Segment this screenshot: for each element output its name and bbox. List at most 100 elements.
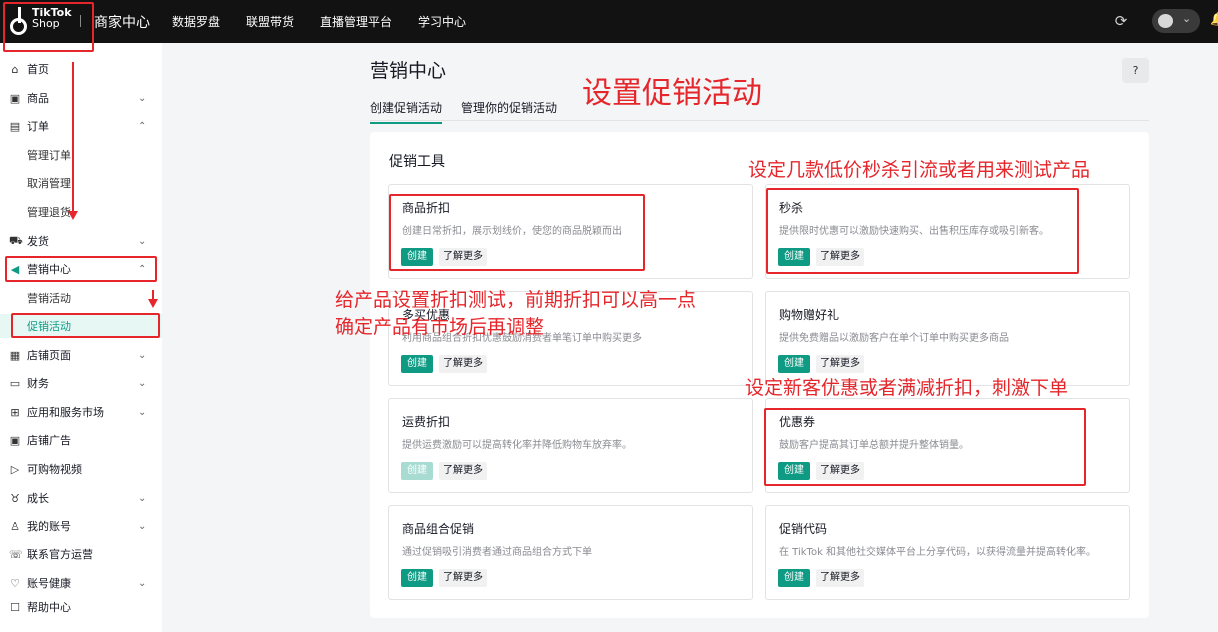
annotation-heading: 设置促销活动 bbox=[582, 76, 762, 111]
sidebar-item-store-page[interactable]: ▦ 店铺页面 ⌄ bbox=[0, 343, 162, 367]
sidebar-item-label: 可购物视频 bbox=[27, 463, 82, 476]
learn-more-button[interactable]: 了解更多 bbox=[439, 462, 487, 480]
annotation-arrow-head-2 bbox=[148, 299, 158, 308]
order-icon: ▤ bbox=[9, 119, 21, 133]
ads-icon: ▣ bbox=[9, 433, 21, 447]
contact-icon: ☏ bbox=[9, 547, 23, 561]
card-description: 提供免费赠品以激励客户在单个订单中购买更多商品 bbox=[779, 333, 1009, 344]
notification-icon[interactable]: 🔔 bbox=[1210, 12, 1218, 27]
chevron-down-icon: ⌄ bbox=[138, 349, 147, 361]
sidebar-item-label: 管理退货 bbox=[27, 206, 71, 219]
chevron-down-icon: ⌄ bbox=[138, 492, 147, 504]
annotation-coupon-note: 设定新客优惠或者满减折扣，刺激下单 bbox=[745, 377, 1069, 399]
shipping-icon: ⛟ bbox=[9, 233, 23, 247]
home-icon: ⌂ bbox=[11, 62, 19, 76]
sidebar-item-label: 联系官方运营 bbox=[27, 548, 93, 561]
nav-learning-center[interactable]: 学习中心 bbox=[418, 13, 466, 30]
chevron-down-icon: ⌄ bbox=[138, 577, 147, 589]
chevron-down-icon: ⌄ bbox=[138, 377, 147, 389]
chevron-down-icon: ⌄ bbox=[138, 235, 147, 247]
sidebar-item-label: 成长 bbox=[27, 492, 49, 505]
video-icon: ▷ bbox=[10, 462, 20, 476]
sidebar-item-shoppable-video[interactable]: ▷ 可购物视频 bbox=[0, 457, 162, 481]
create-button[interactable]: 创建 bbox=[401, 462, 433, 480]
product-icon: ▣ bbox=[9, 91, 21, 105]
sidebar-item-label: 管理订单 bbox=[27, 149, 71, 162]
sidebar-item-manage-returns[interactable]: 管理退货 bbox=[0, 200, 162, 224]
card-bundle-promotion: 商品组合促销 通过促销吸引消费者通过商品组合方式下单 创建 了解更多 bbox=[388, 505, 753, 600]
sidebar-item-label: 取消管理 bbox=[27, 177, 71, 190]
sidebar-item-app-market[interactable]: ⊞ 应用和服务市场 ⌄ bbox=[0, 400, 162, 424]
chevron-down-icon: ⌄ bbox=[138, 406, 147, 418]
sidebar-item-label: 营销活动 bbox=[27, 292, 71, 305]
finance-icon: ▭ bbox=[9, 376, 21, 390]
chevron-down-icon: ⌄ bbox=[1182, 12, 1192, 25]
sidebar-item-my-account[interactable]: ♙ 我的账号 ⌄ bbox=[0, 514, 162, 538]
sidebar-item-products[interactable]: ▣ 商品 ⌄ bbox=[0, 86, 162, 110]
annotation-arrow-head-1 bbox=[68, 211, 78, 220]
card-gift-with-purchase: 购物赠好礼 提供免费赠品以激励客户在单个订单中购买更多商品 创建 了解更多 bbox=[765, 291, 1130, 386]
question-icon: ? bbox=[1132, 64, 1139, 77]
refresh-icon[interactable]: ⟳ bbox=[1112, 12, 1130, 30]
sidebar-item-cancel-management[interactable]: 取消管理 bbox=[0, 171, 162, 195]
sidebar-item-manage-orders[interactable]: 管理订单 bbox=[0, 143, 162, 167]
messages-menu[interactable]: ⌄ bbox=[1152, 9, 1200, 33]
create-button[interactable]: 创建 bbox=[401, 569, 433, 587]
top-nav: 数据罗盘 联盟带货 直播管理平台 学习中心 bbox=[172, 13, 492, 30]
page-title: 营销中心 bbox=[370, 60, 447, 82]
learn-more-button[interactable]: 了解更多 bbox=[439, 355, 487, 373]
sidebar-item-orders[interactable]: ▤ 订单 ⌃ bbox=[0, 114, 162, 138]
annotation-box-flash-sale bbox=[766, 188, 1079, 274]
sidebar-item-help-center[interactable]: ☐ 帮助中心 bbox=[0, 595, 162, 619]
create-button[interactable]: 创建 bbox=[401, 355, 433, 373]
sidebar-item-label: 账号健康 bbox=[27, 577, 71, 590]
chevron-down-icon: ⌄ bbox=[138, 520, 147, 532]
help-button[interactable]: ? bbox=[1122, 58, 1149, 83]
account-icon: ♙ bbox=[10, 519, 20, 533]
card-description: 在 TikTok 和其他社交媒体平台上分享代码，以获得流量并提高转化率。 bbox=[779, 547, 1097, 558]
sidebar-item-label: 发货 bbox=[27, 235, 49, 248]
card-title: 商品组合促销 bbox=[402, 522, 475, 536]
sidebar-item-contact-ops[interactable]: ☏ 联系官方运营 bbox=[0, 542, 162, 566]
health-icon: ♡ bbox=[10, 576, 20, 590]
annotation-box-marketing-center bbox=[5, 256, 157, 282]
apps-icon: ⊞ bbox=[10, 405, 20, 419]
nav-data-compass[interactable]: 数据罗盘 bbox=[172, 13, 220, 30]
sidebar-item-label: 店铺广告 bbox=[27, 434, 71, 447]
sidebar-item-shipping[interactable]: ⛟ 发货 ⌄ bbox=[0, 229, 162, 253]
create-button[interactable]: 创建 bbox=[778, 569, 810, 587]
panel-title: 促销工具 bbox=[389, 154, 445, 170]
sidebar-item-home[interactable]: ⌂ 首页 bbox=[0, 57, 162, 81]
card-promo-code: 促销代码 在 TikTok 和其他社交媒体平台上分享代码，以获得流量并提高转化率… bbox=[765, 505, 1130, 600]
annotation-box-promotions bbox=[11, 313, 160, 338]
nav-live-platform[interactable]: 直播管理平台 bbox=[320, 13, 392, 30]
sidebar-item-store-ads[interactable]: ▣ 店铺广告 bbox=[0, 428, 162, 452]
card-shipping-discount: 运费折扣 提供运费激励可以提高转化率并降低购物车放弃率。 创建 了解更多 bbox=[388, 398, 753, 493]
sidebar-item-label: 我的账号 bbox=[27, 520, 71, 533]
sidebar-item-account-health[interactable]: ♡ 账号健康 ⌄ bbox=[0, 571, 162, 595]
tab-manage-promotions[interactable]: 管理你的促销活动 bbox=[461, 99, 557, 116]
annotation-box-coupon bbox=[764, 408, 1086, 486]
store-icon: ▦ bbox=[9, 348, 21, 362]
sidebar-item-label: 帮助中心 bbox=[27, 601, 71, 614]
annotation-discount-note-line2: 确定产品有市场后再调整 bbox=[335, 316, 545, 338]
merchant-center-link[interactable]: 商家中心 bbox=[94, 12, 150, 32]
learn-more-button[interactable]: 了解更多 bbox=[439, 569, 487, 587]
create-button[interactable]: 创建 bbox=[778, 355, 810, 373]
sidebar-item-label: 财务 bbox=[27, 377, 49, 390]
sidebar-item-label: 首页 bbox=[27, 63, 49, 76]
nav-affiliate[interactable]: 联盟带货 bbox=[246, 13, 294, 30]
sidebar-item-label: 应用和服务市场 bbox=[27, 406, 104, 419]
sidebar-item-marketing-campaigns[interactable]: 营销活动 bbox=[0, 286, 162, 310]
sidebar-item-finance[interactable]: ▭ 财务 ⌄ bbox=[0, 371, 162, 395]
card-description: 提供运费激励可以提高转化率并降低购物车放弃率。 bbox=[402, 440, 632, 451]
sidebar-item-label: 商品 bbox=[27, 92, 49, 105]
learn-more-button[interactable]: 了解更多 bbox=[816, 569, 864, 587]
chevron-up-icon: ⌃ bbox=[138, 120, 147, 132]
card-description: 通过促销吸引消费者通过商品组合方式下单 bbox=[402, 547, 592, 558]
sidebar-item-growth[interactable]: ♉ 成长 ⌄ bbox=[0, 486, 162, 510]
chevron-down-icon: ⌄ bbox=[138, 92, 147, 104]
chat-bubble-icon bbox=[1158, 14, 1173, 28]
annotation-arrow-line-1 bbox=[72, 62, 74, 212]
learn-more-button[interactable]: 了解更多 bbox=[816, 355, 864, 373]
